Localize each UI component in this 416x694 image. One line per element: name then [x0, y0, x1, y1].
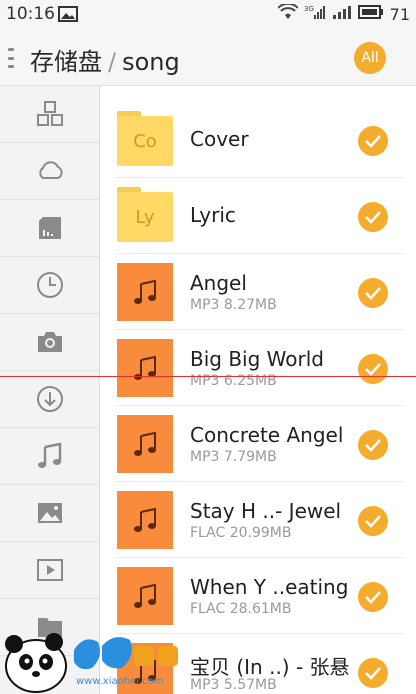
file-name: Lyric [190, 203, 236, 227]
status-time: 10:16 [6, 4, 55, 24]
svg-text:3G: 3G [304, 5, 314, 13]
folder-thumb-text: Ly [117, 192, 173, 242]
clock-icon [36, 272, 63, 298]
watermark-logo: www.xiaohei.com [0, 616, 200, 694]
sidebar-item-cloud[interactable] [0, 143, 99, 200]
cloud-icon [38, 161, 63, 179]
checkmark-icon[interactable] [358, 658, 388, 688]
file-name: Big Big World [190, 347, 324, 371]
list-item-audio[interactable]: Big Big World MP3 6.25MB [100, 331, 416, 406]
sidebar-item-camera[interactable] [0, 314, 99, 371]
checkmark-icon[interactable] [358, 582, 388, 612]
sidebar-item-category[interactable] [0, 86, 99, 143]
file-name: Stay H ..- Jewel [190, 499, 342, 523]
sd-card-icon [38, 217, 61, 239]
video-icon [36, 559, 63, 581]
battery-icon [357, 4, 384, 24]
sidebar [0, 86, 100, 694]
sidebar-item-sd-card[interactable] [0, 200, 99, 257]
gallery-notification-icon [58, 6, 78, 26]
file-name: Cover [190, 127, 249, 151]
signal-icon [332, 4, 352, 24]
camera-icon [37, 332, 62, 352]
folder-thumb-text: Co [117, 116, 173, 166]
status-bar: 10:16 3G 71 [0, 0, 416, 30]
checkmark-icon[interactable] [358, 506, 388, 536]
file-name: Concrete Angel [190, 423, 344, 447]
list-item-audio[interactable]: Stay H ..- Jewel FLAC 20.99MB [100, 483, 416, 558]
file-name: When Y ..eating [190, 575, 349, 599]
list-item-audio[interactable]: Concrete Angel MP3 7.79MB [100, 407, 416, 482]
watermark-url: www.xiaohei.com [76, 676, 164, 687]
music-file-icon [117, 491, 173, 549]
checkmark-icon[interactable] [358, 430, 388, 460]
checkmark-icon[interactable] [358, 202, 388, 232]
list-item-audio[interactable]: Angel MP3 8.27MB [100, 255, 416, 330]
checkmark-icon[interactable] [358, 354, 388, 384]
status-indicators: 3G 71 [276, 2, 410, 24]
sidebar-item-videos[interactable] [0, 542, 99, 599]
music-icon [37, 442, 61, 468]
signal-3g-icon: 3G [304, 4, 326, 24]
download-icon [36, 386, 63, 412]
folder-icon: Ly [117, 187, 173, 245]
wifi-icon [276, 2, 299, 24]
list-item-folder-lyric[interactable]: Ly Lyric [100, 179, 416, 254]
file-name: Angel [190, 271, 247, 295]
breadcrumb: 存储盘 / song [30, 42, 180, 77]
file-meta: MP3 5.57MB [190, 677, 277, 693]
music-file-icon [117, 263, 173, 321]
file-meta: MP3 8.27MB [190, 297, 277, 313]
file-meta: MP3 7.79MB [190, 449, 277, 465]
sidebar-item-music[interactable] [0, 428, 99, 485]
sidebar-item-images[interactable] [0, 485, 99, 542]
sidebar-item-recent[interactable] [0, 257, 99, 314]
file-meta: FLAC 20.99MB [190, 525, 292, 541]
breadcrumb-current: song [122, 48, 180, 76]
breadcrumb-root[interactable]: 存储盘 [30, 48, 102, 76]
red-guide-line [0, 376, 416, 377]
sidebar-item-downloads[interactable] [0, 371, 99, 428]
select-all-button[interactable]: All [354, 42, 386, 74]
file-name: 宝贝 (In ..) - 张悬 [190, 655, 350, 679]
folder-icon: Co [117, 111, 173, 169]
title-bar: 存储盘 / song All [0, 30, 416, 86]
music-file-icon [117, 415, 173, 473]
list-item-folder-cover[interactable]: Co Cover [100, 103, 416, 178]
checkmark-icon[interactable] [358, 278, 388, 308]
file-list: Co Cover Ly Lyric Angel MP3 8.27MB Big B… [100, 86, 416, 694]
category-icon [36, 101, 63, 126]
checkmark-icon[interactable] [358, 126, 388, 156]
drawer-toggle-icon[interactable] [8, 48, 14, 68]
music-file-icon [117, 339, 173, 397]
battery-level: 71 [389, 4, 410, 24]
breadcrumb-separator: / [108, 48, 117, 76]
file-meta: FLAC 28.61MB [190, 601, 292, 617]
image-icon [37, 503, 62, 523]
